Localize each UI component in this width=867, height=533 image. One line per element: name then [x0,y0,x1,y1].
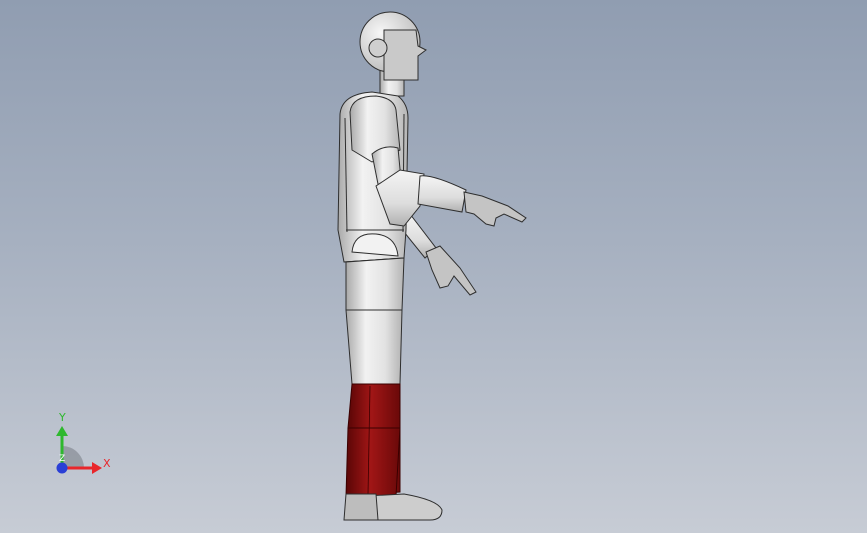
back-hand [425,245,477,296]
humanoid-model[interactable] [0,0,867,533]
front-hand [463,191,527,227]
x-axis-label: X [103,457,111,470]
back-arm[interactable] [395,213,477,296]
forearm [417,175,467,213]
feet[interactable] [343,493,443,521]
y-axis-arrow [56,426,68,436]
front-foot [343,493,379,521]
graphics-viewport[interactable]: Y X Z [0,0,867,533]
front-leg[interactable] [345,257,405,497]
x-axis-arrow [92,462,102,474]
ear [368,38,388,58]
z-axis-label: Z [59,454,66,464]
y-axis-label: Y [59,411,66,424]
shin-lower [345,427,401,497]
reference-triad: Y X Z [40,410,120,480]
shin-upper [347,383,401,429]
thigh [345,309,403,385]
head[interactable] [359,11,427,97]
